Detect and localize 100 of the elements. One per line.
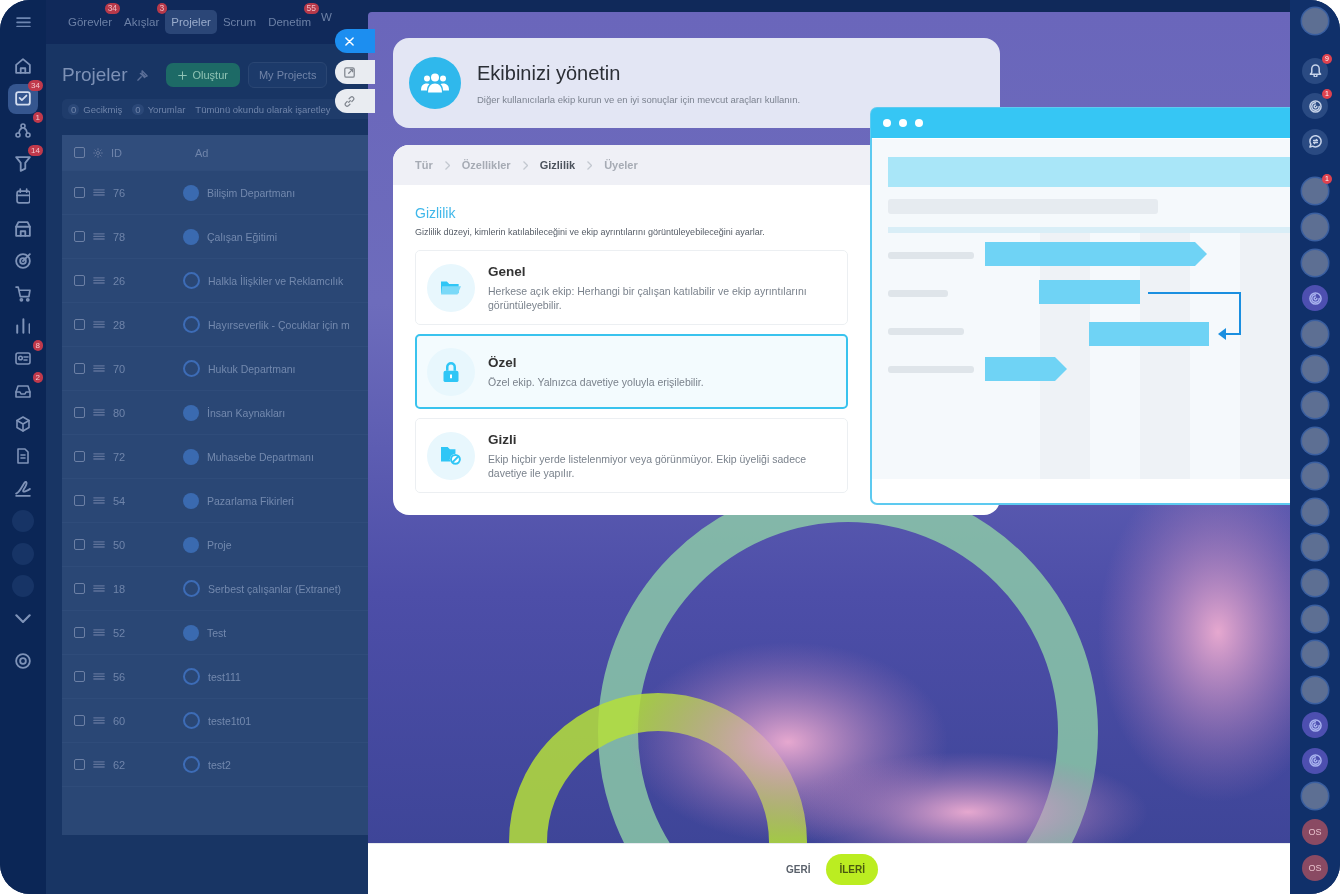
project-link[interactable]: Hayırseverlik - Çocuklar için m [208, 318, 350, 331]
project-link[interactable]: Çalışan Eğitimi [207, 230, 278, 243]
drag-handle-icon [93, 233, 105, 240]
privacy-option[interactable]: Gizli Ekip hiçbir yerde listelenmiyor veya görünmüyor. Ekip üyeliği sadece davetiye ile yapılır. [415, 418, 848, 493]
count-badge: 14 [28, 144, 43, 156]
user-avatar[interactable] [1302, 569, 1328, 596]
count-badge: 34 [104, 3, 121, 14]
project-link[interactable]: test111 [208, 670, 241, 683]
checkbox[interactable] [74, 759, 85, 770]
checkbox[interactable] [74, 275, 85, 286]
drag-handle-icon [93, 541, 105, 548]
user-avatar[interactable] [1302, 391, 1328, 418]
checkbox[interactable] [74, 319, 85, 330]
signature-icon [15, 480, 31, 497]
checklist-icon [15, 91, 31, 106]
checkbox[interactable] [74, 407, 85, 418]
user-avatar[interactable] [1302, 783, 1328, 810]
project-link[interactable]: teste1t01 [208, 714, 252, 727]
nav-item[interactable] [8, 83, 38, 114]
toolbar-button[interactable] [1302, 57, 1328, 84]
nav-tab[interactable]: Scrum [216, 10, 263, 34]
drag-handle-icon [93, 277, 105, 284]
group-avatar[interactable] [1302, 712, 1328, 739]
table-cell-text: 60 [113, 714, 127, 727]
table-cell-text: 54 [113, 494, 127, 507]
user-avatar[interactable] [1302, 320, 1328, 347]
checkbox[interactable] [74, 583, 85, 594]
user-avatar[interactable] [1302, 605, 1328, 632]
padlock-icon [441, 361, 461, 382]
project-link[interactable]: Proje [207, 538, 232, 551]
project-link[interactable]: Pazarlama Fikirleri [207, 494, 294, 507]
project-folder-icon [183, 580, 200, 597]
user-avatar[interactable] [1302, 463, 1328, 490]
close-icon [344, 36, 354, 46]
section-description: Gizlilik düzeyi, kimlerin katılabileceğini ve ekip ayrıntılarını görüntüleyebileceğini ayarlar. [415, 227, 766, 237]
project-folder-icon [183, 360, 200, 377]
wizard-step[interactable]: Gizlilik [539, 159, 576, 171]
project-link[interactable]: Hukuk Departmanı [208, 362, 296, 375]
create-button[interactable]: Oluştur [166, 63, 240, 87]
group-avatar[interactable] [1302, 285, 1328, 312]
drag-handle-icon [93, 497, 105, 504]
toolbar-button[interactable] [1302, 128, 1328, 155]
user-avatar[interactable] [1302, 427, 1328, 454]
project-link[interactable]: Test [207, 626, 227, 639]
user-avatar[interactable] [1302, 676, 1328, 703]
group-avatar[interactable] [1302, 747, 1328, 774]
project-link[interactable]: Bilişim Departmanı [207, 186, 296, 199]
privacy-option[interactable]: Özel Özel ekip. Yalnızca davetiye yoluyla erişilebilir. [415, 334, 848, 409]
mark-all-link[interactable]: Tümünü okundu olarak işaretley [195, 103, 331, 115]
checkbox[interactable] [74, 363, 85, 374]
project-avatar [183, 448, 199, 465]
panel-subtitle: Diğer kullanıcılarla ekip kurun ve en iyi sonuçlar için mevcut araçları kullanın. [477, 93, 801, 105]
copy-link-button[interactable] [335, 89, 375, 113]
project-link[interactable]: Serbest çalışanlar (Extranet) [208, 582, 342, 595]
checkbox[interactable] [74, 495, 85, 506]
chevron-down-icon [15, 613, 31, 624]
project-link[interactable]: test2 [208, 758, 231, 771]
drag-handle-icon [93, 717, 105, 724]
nav-tab[interactable]: Projeler [165, 10, 217, 34]
counter-link[interactable]: 0 Yorumlar [132, 103, 186, 115]
counter-link[interactable]: 0 Gecikmiş [68, 103, 123, 115]
back-button[interactable]: GERİ [780, 857, 817, 881]
toolbar-button[interactable] [1302, 93, 1328, 120]
project-avatar [183, 624, 199, 641]
user-avatar[interactable] [1302, 356, 1328, 383]
user-avatar[interactable] [1302, 213, 1328, 240]
user-avatar[interactable]: OS [1302, 819, 1328, 846]
cube-icon [16, 415, 30, 432]
checkbox[interactable] [74, 451, 85, 462]
user-avatar[interactable] [1302, 641, 1328, 668]
project-folder-icon [183, 712, 200, 729]
project-folder-icon [183, 272, 200, 289]
project-folder-icon [183, 756, 200, 773]
checkbox[interactable] [74, 539, 85, 550]
checkbox[interactable] [74, 231, 85, 242]
wizard-step[interactable]: Tür [415, 159, 433, 171]
project-link[interactable]: İnsan Kaynakları [207, 406, 286, 419]
project-link[interactable]: Halkla İlişkiler ve Reklamcılık [208, 274, 344, 287]
contact-card-icon [15, 352, 31, 365]
user-avatar[interactable] [1302, 249, 1328, 276]
wizard-step[interactable]: Özellikler [461, 159, 511, 171]
user-avatar[interactable] [1302, 498, 1328, 525]
user-avatar[interactable] [1302, 178, 1328, 205]
bar-chart-icon [15, 318, 31, 334]
next-button[interactable]: İLERİ [826, 853, 878, 885]
wizard-step[interactable]: Üyeler [604, 159, 638, 171]
user-avatar[interactable]: OS [1302, 854, 1328, 881]
checkbox[interactable] [74, 671, 85, 682]
checkbox[interactable] [74, 187, 85, 198]
user-avatar[interactable] [1302, 534, 1328, 561]
project-link[interactable]: Muhasebe Departmanı [207, 450, 314, 463]
checkbox[interactable] [74, 627, 85, 638]
privacy-option[interactable]: Genel Herkese açık ekip: Herhangi bir çalışan katılabilir ve ekip ayrıntılarını görüntüleyebilir. [415, 250, 848, 325]
nav-tab[interactable]: W [316, 11, 332, 23]
open-in-window-button[interactable] [335, 60, 375, 84]
checkbox[interactable] [74, 715, 85, 726]
checkbox[interactable] [74, 147, 85, 158]
close-button[interactable] [335, 29, 375, 53]
filter-chip[interactable]: My Projects [247, 62, 328, 88]
user-avatar[interactable] [1302, 8, 1328, 34]
